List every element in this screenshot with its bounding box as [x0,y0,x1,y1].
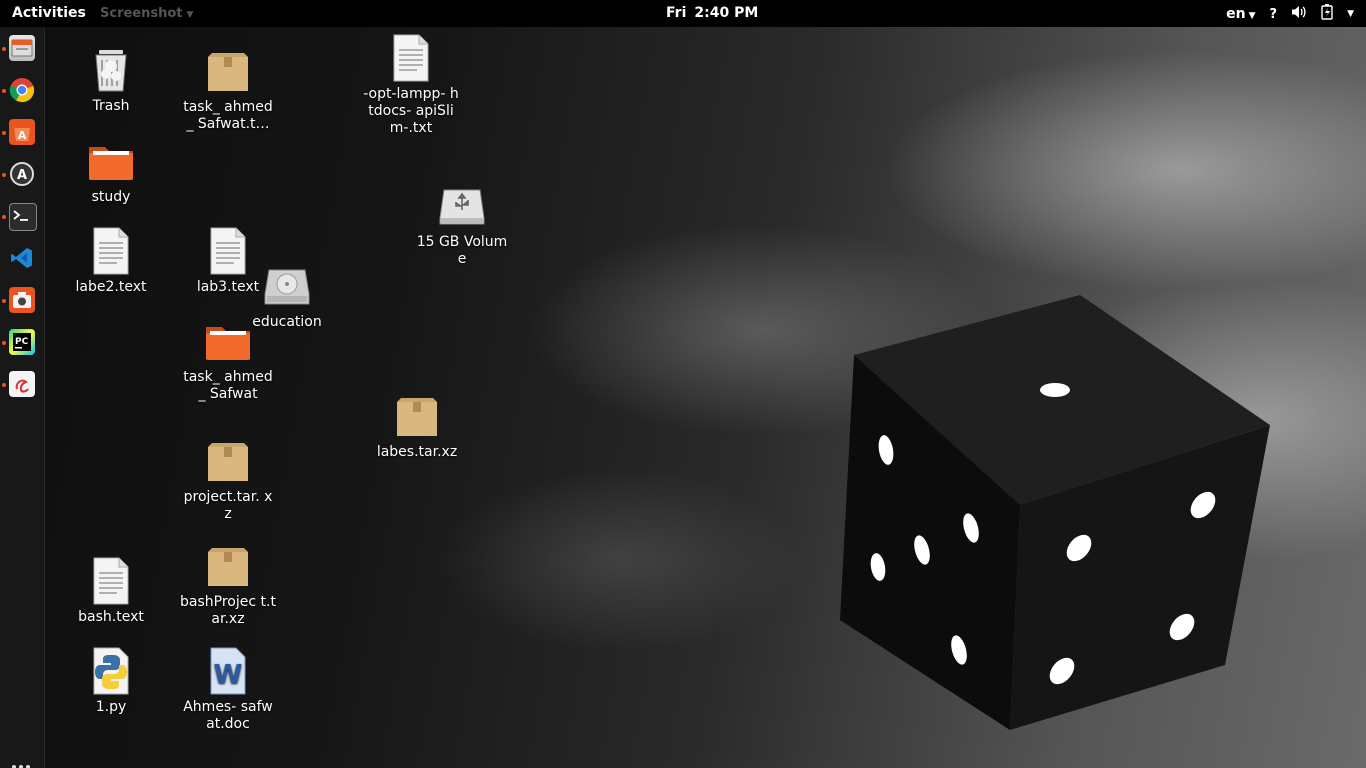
desktop-icon-label: task_ ahmed_ Safwat [183,369,273,402]
chrome-icon[interactable] [9,77,35,103]
desktop-icon-label: bashProjec t.tar.xz [180,594,276,627]
desktop-icon-trash[interactable]: Trash [63,46,159,115]
desktop-icon-label: Trash [92,98,130,114]
chevron-down-icon: ▼ [186,10,194,20]
desktop: Activities Screenshot ▼ Fri 2:40 PM en ▼ ? … [0,0,1366,768]
language-label: en [1226,6,1246,22]
svg-text:PC: PC [15,337,29,347]
desktop-icon-label: 15 GB Volume [416,234,508,267]
running-indicator [2,89,6,93]
system-tray: en ▼ ? ▼ [1226,4,1354,24]
chevron-down-icon: ▼ [1248,11,1256,21]
clock-time: 2:40 PM [694,5,759,21]
desktop-icon-education[interactable]: education [239,262,335,331]
svg-text:W: W [214,660,243,690]
running-indicator [2,131,6,135]
software-updater-icon[interactable]: A [9,161,35,187]
svg-text:A: A [18,129,27,142]
archive-icon [204,47,252,95]
top-bar: Activities Screenshot ▼ Fri 2:40 PM en ▼ ? … [0,0,1366,27]
system-menu-chevron-icon[interactable]: ▼ [1347,9,1354,19]
software-center-icon[interactable]: A [9,119,35,145]
desktop-icon-label: labes.tar.xz [376,444,458,460]
pycharm-icon[interactable]: PC [9,329,35,355]
desktop-icon-bashproject-archive[interactable]: bashProjec t.tar.xz [180,542,276,628]
desktop-icon-label: 1.py [95,699,127,715]
desktop-icon-study[interactable]: study [63,137,159,206]
desktop-icon-label: project.tar. xz [183,489,273,522]
clock[interactable]: Fri 2:40 PM [666,5,766,21]
archive-icon [204,542,252,590]
desktop-icon-project-archive[interactable]: project.tar. xz [180,437,276,523]
language-indicator[interactable]: en ▼ [1226,6,1255,22]
desktop-icon-word-doc[interactable]: W Ahmes- safwat.doc [180,647,276,733]
desktop-icon-task-archive[interactable]: task_ ahmed_ Safwat.t… [180,47,276,133]
desktop-icon-label: Ahmes- safwat.doc [183,699,273,732]
usb-drive-icon [438,182,486,230]
text-file-icon [387,34,435,82]
desktop-icon-1-py[interactable]: 1.py [63,647,159,716]
desktop-icon-label: labe2.text [75,279,147,295]
trash-icon [87,46,135,94]
svg-text:A: A [17,168,27,183]
desktop-icon-label: -opt-lampp- htdocs- apiSlim-.txt [363,86,459,136]
clock-day: Fri [666,5,687,21]
desktop-icon-labe2-text[interactable]: labe2.text [63,227,159,296]
desktop-icon-usb-volume[interactable]: 15 GB Volume [414,182,510,268]
vscode-icon[interactable] [9,245,35,271]
activities-button[interactable]: Activities [12,5,86,21]
screenshot-icon[interactable] [9,287,35,313]
running-indicator [2,47,6,51]
terminal-icon[interactable] [9,203,37,231]
evince-icon[interactable] [9,371,35,397]
desktop-icon-label: task_ ahmed_ Safwat.t… [183,99,273,132]
app-menu-label: Screenshot [100,6,183,21]
desktop-icon-label: bash.text [78,609,144,625]
files-icon[interactable] [9,35,35,61]
python-file-icon [87,647,135,695]
help-icon[interactable]: ? [1270,7,1278,22]
volume-icon[interactable] [1291,5,1307,23]
running-indicator [2,299,6,303]
word-document-icon: W [204,647,252,695]
running-indicator [2,215,6,219]
running-indicator [2,341,6,345]
desktop-icon-lampp-txt[interactable]: -opt-lampp- htdocs- apiSlim-.txt [363,34,459,137]
running-indicator [2,383,6,387]
running-indicator [2,173,6,177]
hard-drive-icon [263,262,311,310]
folder-icon [87,137,135,185]
text-file-icon [87,557,135,605]
dock: A A PC [0,27,45,768]
archive-icon [393,392,441,440]
archive-icon [204,437,252,485]
desktop-icon-label: study [91,189,131,205]
dice-wallpaper-image [840,295,1270,730]
desktop-icon-bash-text[interactable]: bash.text [63,557,159,626]
app-menu[interactable]: Screenshot ▼ [100,6,193,21]
desktop-icon-labes-archive[interactable]: labes.tar.xz [369,392,465,461]
battery-icon[interactable] [1321,4,1333,24]
desktop-icon-label: education [252,314,322,330]
text-file-icon [87,227,135,275]
